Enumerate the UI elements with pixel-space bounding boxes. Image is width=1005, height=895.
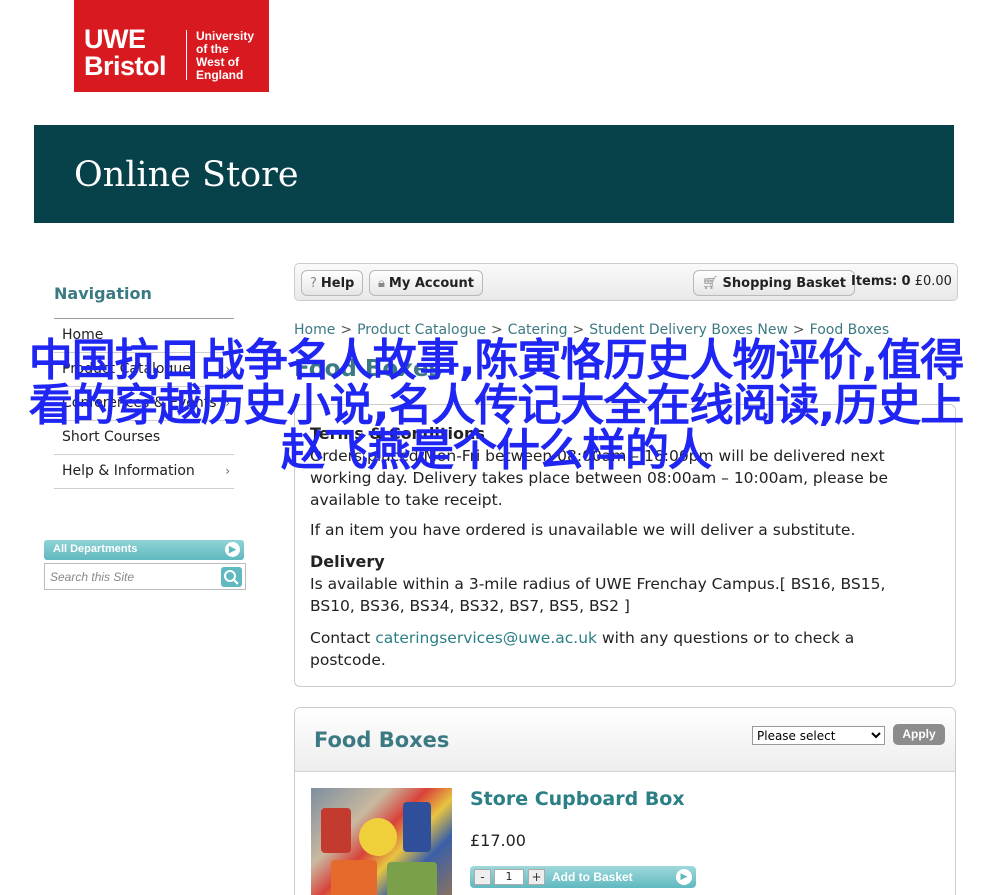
logo-university-name: University of the West of England (196, 29, 255, 82)
product-price: £17.00 (470, 831, 526, 850)
add-to-basket-button[interactable]: Add to Basket (552, 870, 633, 884)
add-to-basket-bar: - 1 + Add to Basket ▶ (470, 866, 696, 888)
quantity-field[interactable]: 1 (494, 869, 524, 885)
lock-icon: 🔒︎ (378, 276, 385, 291)
search-icon (224, 570, 239, 585)
shopping-basket-button[interactable]: 🛒︎ Shopping Basket (693, 270, 855, 296)
quantity-increase-button[interactable]: + (528, 869, 545, 885)
uwe-logo[interactable]: UWE Bristol University of the West of En… (74, 0, 269, 92)
all-departments-dropdown[interactable]: All Departments ▶ (44, 540, 244, 560)
my-account-button[interactable]: 🔒︎ My Account (369, 270, 483, 296)
help-button[interactable]: ? Help (301, 270, 364, 296)
product-image[interactable] (311, 788, 452, 895)
sort-select[interactable]: Please select (752, 726, 885, 745)
logo-divider (186, 30, 187, 80)
basket-summary: Items: 0 £0.00 (851, 274, 952, 289)
banner-title: Online Store (74, 155, 299, 195)
contact-text: Contact cateringservices@uwe.ac.uk with … (310, 629, 855, 669)
logo-wordmark: UWE Bristol (84, 24, 167, 81)
apply-button[interactable]: Apply (893, 724, 945, 745)
arrow-right-icon: ▶ (225, 542, 240, 557)
navigation-heading: Navigation (54, 284, 152, 303)
delivery-heading: Delivery (310, 552, 385, 571)
quantity-decrease-button[interactable]: - (474, 869, 491, 885)
top-toolbar: ? Help 🔒︎ My Account 🛒︎ Shopping Basket Ite… (294, 263, 958, 301)
food-boxes-header: Food Boxes Please select Apply (295, 708, 955, 772)
food-boxes-heading: Food Boxes (314, 728, 450, 752)
store-banner: Online Store (34, 125, 954, 223)
search-input[interactable] (50, 568, 218, 586)
arrow-right-icon: ▶ (676, 869, 692, 885)
substitute-text: If an item you have ordered is unavailab… (310, 521, 856, 539)
question-icon: ? (310, 276, 317, 291)
contact-email-link[interactable]: cateringservices@uwe.ac.uk (375, 629, 597, 647)
food-boxes-panel: Food Boxes Please select Apply Store Cup… (294, 707, 956, 895)
site-search (44, 563, 246, 590)
overlay-text: 中国抗日战争名人故事,陈寅恪历史人物评价,值得看的穿越历史小说,名人传记大全在线… (28, 335, 964, 476)
search-button[interactable] (221, 567, 242, 587)
cart-icon: 🛒︎ (702, 276, 719, 291)
product-name[interactable]: Store Cupboard Box (470, 788, 685, 810)
delivery-text: Is available within a 3-mile radius of U… (310, 575, 886, 615)
